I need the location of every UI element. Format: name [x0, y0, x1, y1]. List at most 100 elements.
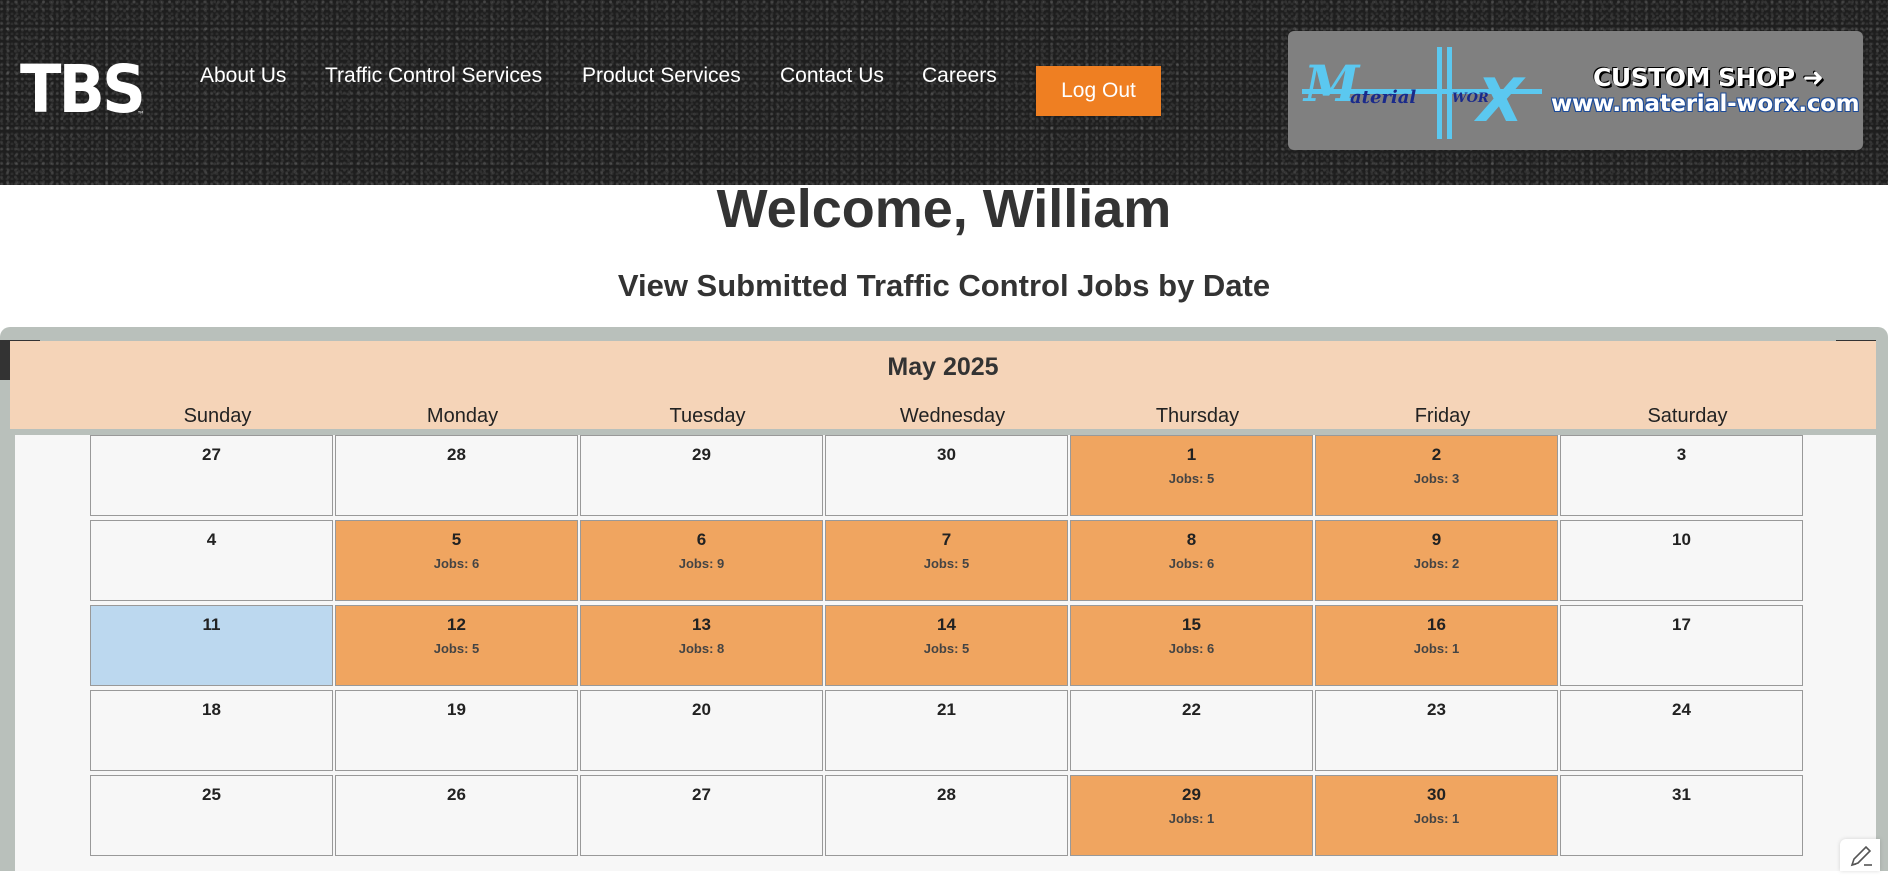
site-header: TBS ™ About Us Traffic Control Services …: [0, 0, 1888, 185]
day-number: 21: [937, 700, 956, 719]
weekday-label: Thursday: [1155, 405, 1240, 427]
calendar-day-cell[interactable]: 5 Jobs: 6: [335, 520, 578, 601]
calendar-day-cell[interactable]: 28: [335, 435, 578, 516]
day-number: 9: [1431, 530, 1442, 549]
calendar-day-cell[interactable]: 18: [90, 690, 333, 771]
weekday-label: Tuesday: [669, 405, 746, 427]
calendar-day-cell[interactable]: 6 Jobs: 9: [580, 520, 823, 601]
nav-traffic-control-services[interactable]: Traffic Control Services: [325, 64, 542, 88]
calendar-day-cell[interactable]: 31: [1560, 775, 1803, 856]
day-number: 17: [1672, 615, 1691, 634]
calendar-day-cell[interactable]: 19: [335, 690, 578, 771]
day-job-count: Jobs: 5: [1168, 471, 1215, 486]
calendar-day-cell[interactable]: 27: [580, 775, 823, 856]
calendar-day-cell[interactable]: 29: [580, 435, 823, 516]
calendar-header: May 2025 Sunday Monday Tuesday Wednesday…: [10, 341, 1876, 429]
day-job-count: Jobs: 5: [433, 641, 480, 656]
day-number: 29: [692, 445, 711, 464]
day-job-count: Jobs: 1: [1168, 811, 1215, 826]
day-number: 26: [447, 785, 466, 804]
day-job-count: Jobs: 5: [923, 641, 970, 656]
nav-about-us[interactable]: About Us: [200, 64, 286, 88]
calendar-day-cell[interactable]: 27: [90, 435, 333, 516]
calendar-day-cell[interactable]: 30 Jobs: 1: [1315, 775, 1558, 856]
calendar-day-cell[interactable]: 16 Jobs: 1: [1315, 605, 1558, 686]
day-number: 3: [1676, 445, 1687, 464]
calendar-day-cell[interactable]: 14 Jobs: 5: [825, 605, 1068, 686]
calendar-day-cell[interactable]: 1 Jobs: 5: [1070, 435, 1313, 516]
day-job-count: Jobs: 2: [1413, 556, 1460, 571]
calendar-day-cell[interactable]: 8 Jobs: 6: [1070, 520, 1313, 601]
weekday-label: Wednesday: [899, 405, 1006, 427]
calendar-day-cell[interactable]: 23: [1315, 690, 1558, 771]
day-number: 7: [941, 530, 952, 549]
calendar-day-cell[interactable]: 9 Jobs: 2: [1315, 520, 1558, 601]
day-job-count: Jobs: 6: [1168, 641, 1215, 656]
edit-pen-icon[interactable]: [1840, 839, 1880, 871]
day-number: 24: [1672, 700, 1691, 719]
calendar-day-cell[interactable]: 2 Jobs: 3: [1315, 435, 1558, 516]
calendar-day-cell[interactable]: 3: [1560, 435, 1803, 516]
day-job-count: Jobs: 6: [1168, 556, 1215, 571]
calendar-day-cell[interactable]: 25: [90, 775, 333, 856]
weekday-label: Friday: [1414, 405, 1471, 427]
day-number: 25: [202, 785, 221, 804]
day-number: 18: [202, 700, 221, 719]
day-number: 6: [696, 530, 707, 549]
day-number: 13: [692, 615, 711, 634]
day-job-count: Jobs: 1: [1413, 641, 1460, 656]
calendar-day-cell[interactable]: 28: [825, 775, 1068, 856]
day-number: 11: [202, 615, 221, 634]
calendar-day-cell[interactable]: 29 Jobs: 1: [1070, 775, 1313, 856]
tbs-logo[interactable]: TBS: [20, 57, 146, 123]
edit-pen-icon-svg: [1850, 845, 1872, 867]
weekday-label: Monday: [426, 405, 499, 427]
day-number: 1: [1186, 445, 1197, 464]
day-number: 14: [937, 615, 956, 634]
day-number: 27: [202, 445, 221, 464]
material-worx-logo: M aterial WOR X: [1302, 47, 1546, 139]
calendar-day-cell[interactable]: 7 Jobs: 5: [825, 520, 1068, 601]
nav-careers[interactable]: Careers: [922, 64, 997, 88]
ad-url: www.material-worx.com: [1551, 91, 1860, 117]
day-number: 2: [1431, 445, 1442, 464]
calendar-day-cell[interactable]: 20: [580, 690, 823, 771]
day-job-count: Jobs: 5: [923, 556, 970, 571]
page-subtitle: View Submitted Traffic Control Jobs by D…: [617, 268, 1271, 303]
weekday-label: Sunday: [183, 405, 252, 427]
day-number: 10: [1672, 530, 1691, 549]
calendar-day-cell[interactable]: 13 Jobs: 8: [580, 605, 823, 686]
day-number: 4: [206, 530, 217, 549]
calendar-day-cell[interactable]: 24: [1560, 690, 1803, 771]
calendar-day-cell[interactable]: 17: [1560, 605, 1803, 686]
day-job-count: Jobs: 6: [433, 556, 480, 571]
day-number: 8: [1186, 530, 1197, 549]
day-job-count: Jobs: 9: [678, 556, 725, 571]
calendar-day-cell[interactable]: 21: [825, 690, 1068, 771]
calendar-day-cell[interactable]: 11: [90, 605, 333, 686]
material-worx-ad-banner[interactable]: M aterial WOR X CUSTOM SHOP ➜ www.materi…: [1288, 31, 1863, 150]
calendar-day-cell[interactable]: 26: [335, 775, 578, 856]
day-number: 28: [937, 785, 956, 804]
day-number: 28: [447, 445, 466, 464]
calendar-day-cell[interactable]: 30: [825, 435, 1068, 516]
log-out-button[interactable]: Log Out: [1036, 66, 1161, 116]
day-number: 29: [1182, 785, 1201, 804]
calendar-day-cell[interactable]: 22: [1070, 690, 1313, 771]
weekday-label: Saturday: [1647, 405, 1728, 427]
welcome-heading: Welcome, William: [716, 179, 1172, 239]
day-number: 12: [447, 615, 466, 634]
trademark-symbol: ™: [137, 110, 145, 119]
day-number: 30: [937, 445, 956, 464]
calendar-day-cell[interactable]: 15 Jobs: 6: [1070, 605, 1313, 686]
nav-product-services[interactable]: Product Services: [582, 64, 741, 88]
logo-text-aterial: aterial: [1350, 87, 1417, 108]
nav-contact-us[interactable]: Contact Us: [780, 64, 884, 88]
day-number: 23: [1427, 700, 1446, 719]
calendar-day-cell[interactable]: 12 Jobs: 5: [335, 605, 578, 686]
logo-letter-x: X: [1477, 66, 1524, 136]
calendar-grid: 27 28 29 30 1 Jobs: 5 2 Jobs: 3 3 4 5 Jobs: 6 6 Jobs:…: [15, 435, 1876, 871]
calendar-day-cell[interactable]: 4: [90, 520, 333, 601]
calendar-day-cell[interactable]: 10: [1560, 520, 1803, 601]
day-job-count: Jobs: 3: [1413, 471, 1460, 486]
